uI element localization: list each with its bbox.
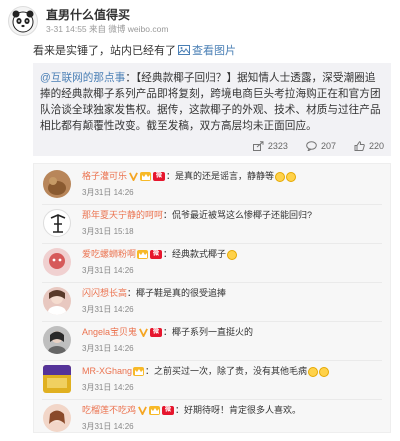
commenter-name[interactable]: 吃榴莲不吃鸡	[82, 404, 136, 417]
post-stats: 2323 207 220	[204, 141, 384, 151]
post-meta: 3-31 14:55 来自 微博 weibo.com	[46, 24, 168, 35]
commenter-avatar[interactable]	[43, 248, 71, 276]
comment-text: 之前买过一次，除了贵，没有其他毛病	[154, 366, 308, 376]
commenter-avatar[interactable]	[43, 326, 71, 354]
comment-time: 3月31日 14:26	[82, 383, 134, 392]
source-prefix: 来自	[89, 23, 107, 34]
share-icon	[252, 141, 264, 151]
comment-item: 闪闪想长高 ： 椰子鞋是真的很受追捧 3月31日 14:26	[34, 281, 390, 321]
vip-crown-icon	[140, 172, 152, 181]
commenter-name[interactable]: 爱吃螺蛳粉啊	[82, 248, 136, 261]
commenter-name[interactable]: 那年夏天宁静的呵呵	[82, 209, 163, 222]
comment-text: 椰子系列一直挺火的	[172, 327, 254, 337]
comment-list: 格子灌可乐 微 ： 是真的还是谣言，静静等 3月31日 14:26 那年夏天宁静…	[33, 163, 391, 433]
smile-emoji-icon	[275, 171, 286, 182]
comment-item: MR-XGhang ： 之前买过一次，除了贵，没有其他毛病 3月31日 14:2…	[34, 359, 390, 399]
commenter-name[interactable]: MR-XGhang	[82, 365, 132, 378]
post-source[interactable]: 微博 weibo.com	[108, 24, 168, 34]
vip-crown-icon	[149, 406, 161, 415]
picture-icon	[178, 45, 190, 55]
repost-text: @互联网的那点事：【经典款椰子回归？】据知情人士透露，深受潮圈追捧的经典款椰子系…	[33, 63, 391, 134]
comment-item: 那年夏天宁静的呵呵 ： 侃爷最近被骂这么惨椰子还能回归? 3月31日 15:18	[34, 203, 390, 243]
weibo-badge-icon: 微	[150, 328, 163, 337]
comment-text: 椰子鞋是真的很受追捧	[136, 288, 227, 298]
commenter-avatar[interactable]	[43, 404, 71, 432]
like-count-button[interactable]: 220	[354, 141, 384, 151]
repost-count-button[interactable]: 2323	[252, 141, 288, 151]
laugh-cry-emoji-icon	[308, 366, 319, 377]
laugh-cry-emoji-icon	[319, 366, 330, 377]
comment-count: 207	[320, 141, 336, 151]
comment-text: 经典款式椰子	[172, 249, 227, 259]
verified-v-icon	[138, 406, 147, 415]
repost-count: 2323	[267, 141, 288, 151]
comment-time: 3月31日 14:26	[82, 266, 134, 275]
commenter-avatar[interactable]	[43, 170, 71, 198]
weibo-badge-icon: 微	[153, 172, 166, 181]
author-avatar[interactable]	[8, 6, 38, 36]
commenter-name[interactable]: 格子灌可乐	[82, 170, 127, 183]
commenter-avatar[interactable]	[43, 365, 71, 393]
comment-text: 侃爷最近被骂这么惨椰子还能回归?	[172, 210, 313, 220]
commenter-avatar[interactable]	[43, 287, 71, 315]
vip-crown-icon	[137, 250, 149, 259]
comment-count-button[interactable]: 207	[306, 141, 336, 151]
comment-icon	[306, 141, 317, 151]
commenter-name[interactable]: 闪闪想长高	[82, 287, 127, 300]
vip-crown-icon	[133, 367, 145, 376]
weibo-badge-icon: 微	[162, 406, 175, 415]
comment-item: 格子灌可乐 微 ： 是真的还是谣言，静静等 3月31日 14:26	[34, 164, 390, 204]
comment-time: 3月31日 14:26	[82, 188, 134, 197]
like-count: 220	[368, 141, 384, 151]
author-name[interactable]: 直男什么值得买	[46, 8, 168, 23]
panda-logo-icon	[12, 10, 34, 33]
smile-emoji-icon	[227, 249, 238, 260]
thumbs-up-icon	[354, 141, 365, 151]
post-text: 看来是实锤了，站内已经有了	[33, 45, 176, 57]
comment-item: 爱吃螺蛳粉啊 微 ： 经典款式椰子 3月31日 14:26	[34, 242, 390, 282]
comment-time: 3月31日 14:26	[82, 422, 134, 431]
view-picture-label: 查看图片	[192, 45, 236, 57]
repost-mention[interactable]: @互联网的那点事	[40, 72, 125, 84]
smile-emoji-icon	[286, 171, 297, 182]
comment-time: 3月31日 15:18	[82, 227, 134, 236]
comment-item: 吃榴莲不吃鸡 微 ： 好期待呀！肯定很多人喜欢。 3月31日 14:26	[34, 398, 390, 438]
verified-v-icon	[139, 328, 148, 337]
verified-v-icon	[129, 172, 138, 181]
comment-time: 3月31日 14:26	[82, 344, 134, 353]
post-time[interactable]: 3-31 14:55	[46, 24, 87, 34]
post-header: 直男什么值得买 3-31 14:55 来自 微博 weibo.com	[8, 6, 168, 36]
comment-text: 好期待呀！肯定很多人喜欢。	[184, 405, 302, 415]
commenter-name[interactable]: Angela宝贝鬼	[82, 326, 137, 339]
post-text-line: 看来是实锤了，站内已经有了 查看图片	[33, 42, 236, 58]
comment-time: 3月31日 14:26	[82, 305, 134, 314]
weibo-badge-icon: 微	[150, 250, 163, 259]
view-picture-link[interactable]: 查看图片	[178, 42, 236, 58]
commenter-avatar[interactable]	[43, 209, 71, 237]
comment-item: Angela宝贝鬼 微 ： 椰子系列一直挺火的 3月31日 14:26	[34, 320, 390, 360]
comment-text: 是真的还是谣言，静静等	[175, 171, 275, 181]
